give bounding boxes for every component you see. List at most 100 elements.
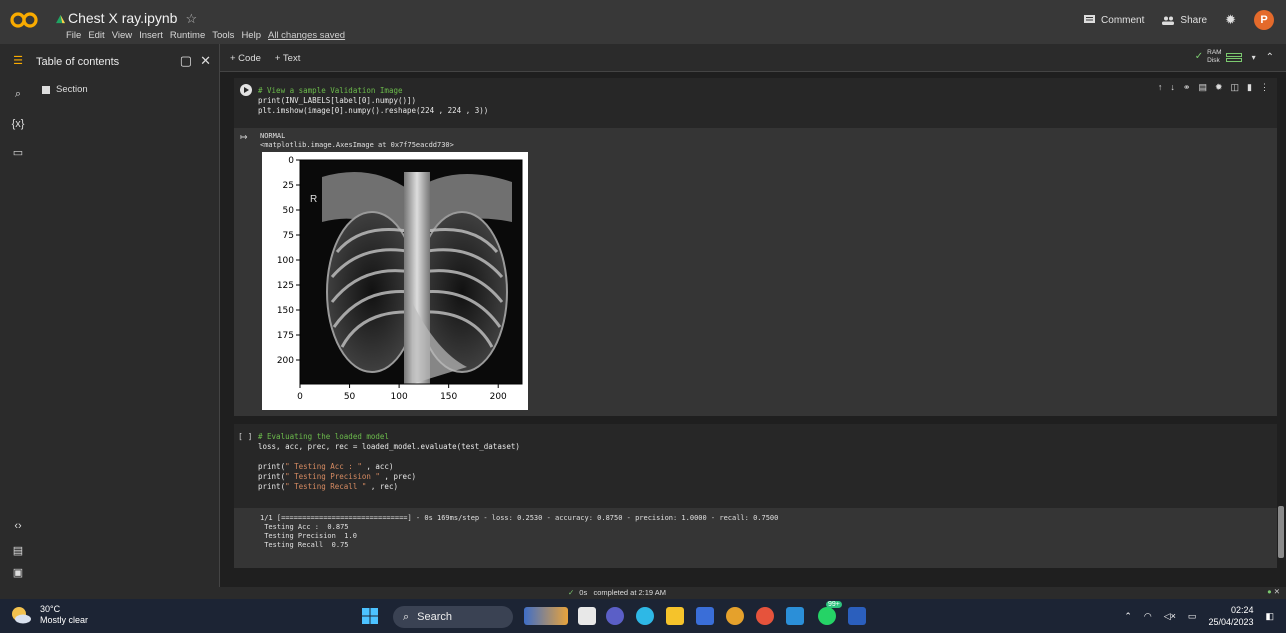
colab-logo[interactable] <box>10 11 38 29</box>
menu-tools[interactable]: Tools <box>212 30 234 41</box>
more-options-icon[interactable]: ⋮ <box>1260 82 1269 93</box>
terminal-icon[interactable]: ▣ <box>10 566 26 582</box>
battery-icon[interactable]: ▭ <box>1188 611 1197 622</box>
toc-list-icon[interactable]: ☰ <box>10 54 26 70</box>
widgets-icon[interactable] <box>524 607 568 625</box>
settings-gear-icon[interactable]: ✹ <box>1225 12 1236 28</box>
link-icon[interactable]: ⚭ <box>1183 82 1191 93</box>
weather-widget[interactable]: 30°C Mostly clear <box>10 604 88 626</box>
notebook-toolbar: + Code + Text ✓ RAM Disk ▾ ⌃ <box>220 44 1286 72</box>
clock-time: 02:24 <box>1230 605 1254 615</box>
toc-panel: Table of contents ▢ ✕ Section <box>36 44 220 599</box>
x-tick-label: 200 <box>490 392 507 402</box>
moon-cloud-icon <box>12 607 31 624</box>
y-axis: 0 25 50 75 100 125 150 175 200 <box>277 156 300 366</box>
menu-edit[interactable]: Edit <box>88 30 104 41</box>
toc-item-section[interactable]: Section <box>42 84 88 95</box>
menu-bar: File Edit View Insert Runtime Tools Help… <box>66 30 345 41</box>
execution-time: 0s <box>579 588 588 597</box>
save-status[interactable]: All changes saved <box>268 30 345 41</box>
clock[interactable]: 02:24 25/04/2023 <box>1208 604 1253 628</box>
y-tick-label: 25 <box>283 181 294 191</box>
chevron-down-icon[interactable]: ▾ <box>1252 53 1256 62</box>
chrome-icon[interactable] <box>756 607 774 625</box>
resource-monitor[interactable]: ✓ RAM Disk <box>1195 49 1242 65</box>
chrome-profile-icon[interactable] <box>726 607 744 625</box>
drive-icon <box>56 14 65 23</box>
close-icon[interactable]: ✕ <box>200 53 211 69</box>
y-tick-label: 175 <box>277 331 294 341</box>
sidebar-rail: ☰ ⌕ {x} ▭ ‹› ▤ ▣ <box>0 44 36 599</box>
chevron-up-icon[interactable]: ⌃ <box>1266 52 1274 63</box>
delete-icon[interactable]: ▮ <box>1247 82 1252 93</box>
execution-status[interactable]: ✓ 0s completed at 2:19 AM <box>568 588 666 597</box>
files-folder-icon[interactable]: ▭ <box>10 146 26 162</box>
menu-runtime[interactable]: Runtime <box>170 30 205 41</box>
menu-help[interactable]: Help <box>241 30 261 41</box>
mirror-cell-icon[interactable]: ◫ <box>1231 82 1240 93</box>
code-snippets-icon[interactable]: ‹› <box>10 520 26 536</box>
connection-dot-icon: ● <box>1267 587 1272 596</box>
whatsapp-icon[interactable]: 99+ <box>818 601 842 625</box>
search-label: Search <box>417 611 453 623</box>
cell-settings-icon[interactable]: ✹ <box>1215 82 1223 93</box>
comment-button[interactable]: Comment <box>1084 15 1144 26</box>
execution-message: completed at 2:19 AM <box>593 588 667 597</box>
output-recall: Testing Recall 0.75 <box>260 541 349 549</box>
notification-badge: 99+ <box>826 601 842 608</box>
command-palette-icon[interactable]: ▤ <box>10 544 26 560</box>
file-explorer-icon[interactable] <box>666 607 684 625</box>
windows-taskbar: 30°C Mostly clear ⌕ Search 99+ ⌃ ◠ ◁× ▭ 02… <box>0 599 1286 633</box>
output-accuracy: Testing Acc : 0.875 <box>260 523 349 531</box>
vscode-icon[interactable] <box>786 607 804 625</box>
close-status-icon[interactable]: ✕ <box>1274 587 1280 596</box>
wifi-icon[interactable]: ◠ <box>1144 611 1152 622</box>
teams-icon[interactable] <box>606 607 624 625</box>
x-axis: 0 50 100 150 200 <box>297 384 507 402</box>
menu-file[interactable]: File <box>66 30 81 41</box>
notification-icon[interactable]: ◧ <box>1265 611 1274 622</box>
run-cell-button[interactable] <box>240 84 252 96</box>
code-cell-1-source[interactable]: # View a sample Validation Image print(I… <box>258 86 488 116</box>
task-view-icon[interactable] <box>578 607 596 625</box>
app-icon[interactable] <box>696 607 714 625</box>
open-in-tab-icon[interactable]: ▢ <box>180 53 192 69</box>
star-icon[interactable]: ☆ <box>185 11 197 26</box>
output-repr: <matplotlib.image.AxesImage at 0x7f75eac… <box>260 141 454 149</box>
add-code-button[interactable]: + Code <box>230 53 261 64</box>
edge-icon[interactable] <box>636 607 654 625</box>
y-tick-label: 0 <box>288 156 294 166</box>
code-cell-1[interactable]: # View a sample Validation Image print(I… <box>234 78 1277 128</box>
status-bar: ✓ 0s completed at 2:19 AM ● ✕ <box>0 587 1286 599</box>
y-tick-label: 150 <box>277 306 294 316</box>
comment-icon <box>1084 15 1096 23</box>
share-button[interactable]: Share <box>1162 15 1207 26</box>
disk-label: Disk <box>1207 57 1220 64</box>
move-up-icon[interactable]: ↑ <box>1158 82 1163 93</box>
output-arrow-icon[interactable]: ↦ <box>240 132 248 143</box>
cell-execution-count[interactable]: [ ] <box>238 432 252 441</box>
code-line: plt.imshow(image[0].numpy().reshape(224 … <box>258 106 489 115</box>
volume-icon[interactable]: ◁× <box>1164 611 1176 622</box>
code-cell-2[interactable]: [ ] # Evaluating the loaded model loss, … <box>234 424 1277 508</box>
windows-start-icon[interactable] <box>362 608 378 624</box>
y-tick-label: 75 <box>283 231 294 241</box>
scrollbar[interactable] <box>1278 506 1284 558</box>
code-cell-2-source[interactable]: # Evaluating the loaded model loss, acc,… <box>258 432 520 492</box>
notebook-title-text[interactable]: Chest X ray.ipynb <box>68 10 177 26</box>
check-icon: ✓ <box>568 588 575 597</box>
temperature: 30°C <box>40 604 61 614</box>
menu-view[interactable]: View <box>112 30 132 41</box>
taskbar-search[interactable]: ⌕ Search <box>393 606 513 628</box>
chevron-up-icon[interactable]: ⌃ <box>1124 611 1132 622</box>
word-icon[interactable] <box>848 607 866 625</box>
add-text-button[interactable]: + Text <box>275 53 300 64</box>
output-progress-line: 1/1 [==============================] - 0… <box>260 514 779 522</box>
menu-insert[interactable]: Insert <box>139 30 163 41</box>
avatar[interactable]: P <box>1254 10 1274 30</box>
move-down-icon[interactable]: ↓ <box>1170 82 1175 93</box>
variables-icon[interactable]: {x} <box>10 118 26 134</box>
search-icon[interactable]: ⌕ <box>10 88 26 104</box>
notebook-title[interactable]: Chest X ray.ipynb ☆ <box>56 10 197 27</box>
comment-cell-icon[interactable]: ▤ <box>1198 82 1207 93</box>
